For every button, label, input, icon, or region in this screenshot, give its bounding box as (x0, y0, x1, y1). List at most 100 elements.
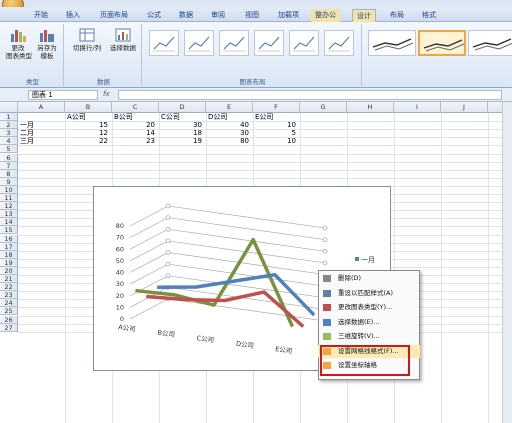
row-header-17[interactable]: 17 (0, 242, 18, 251)
chart-style-1[interactable] (368, 30, 416, 56)
cell-value: 23 (146, 137, 155, 146)
tab-office[interactable]: 整办公 (311, 9, 340, 22)
row-header-8[interactable]: 8 (0, 169, 18, 178)
tab-design[interactable]: 设计 (352, 9, 376, 22)
delete-icon (323, 275, 331, 282)
row-divider (18, 145, 512, 147)
gridline-handle (165, 203, 171, 209)
tab-data[interactable]: 数据 (175, 9, 197, 22)
chart-layout-6[interactable] (324, 30, 354, 56)
tab-format[interactable]: 格式 (418, 9, 440, 22)
column-header-i[interactable]: I (394, 102, 441, 113)
select-all-corner[interactable] (0, 102, 18, 113)
group-data-label: 数据 (97, 78, 110, 86)
column-header-c[interactable]: C (112, 102, 159, 113)
row-divider (18, 161, 512, 163)
y-tick-label: 80 (116, 222, 124, 230)
x-tick-label: A公司 (118, 323, 136, 333)
fx-icon[interactable]: fx (103, 90, 110, 98)
chart-layout-4[interactable] (254, 30, 284, 56)
context-menu-label: 删除(D) (338, 274, 362, 282)
row-header-21[interactable]: 21 (0, 275, 18, 284)
column-divider (488, 113, 489, 423)
x-tick-label: E公司 (275, 345, 293, 355)
context-menu-label: 更改图表类型(Y)... (338, 303, 393, 311)
name-box[interactable]: 图表 1 (28, 90, 98, 100)
select-data-button[interactable]: 选择数据 (106, 28, 140, 52)
row-header-20[interactable]: 20 (0, 266, 18, 275)
row-header-7[interactable]: 7 (0, 161, 18, 170)
row-header-5[interactable]: 5 (0, 145, 18, 154)
y-tick-label: 30 (116, 280, 124, 288)
row-divider (18, 153, 512, 155)
gridline-handle (165, 273, 171, 279)
row-header-13[interactable]: 13 (0, 210, 18, 219)
cell-header: E公司 (255, 113, 274, 121)
column-header-g[interactable]: G (300, 102, 347, 113)
tab-formulas[interactable]: 公式 (143, 9, 165, 22)
row-header-16[interactable]: 16 (0, 234, 18, 243)
chart-layout-5[interactable] (289, 30, 319, 56)
row-header-19[interactable]: 19 (0, 258, 18, 267)
chart-layout-3[interactable] (219, 30, 249, 56)
cell-value: 20 (146, 121, 155, 130)
tab-view[interactable]: 视图 (241, 9, 263, 22)
column-header-b[interactable]: B (65, 102, 112, 113)
save-as-template-button[interactable]: 另存为 模板 (34, 28, 60, 60)
gridline (129, 217, 326, 240)
row-header-11[interactable]: 11 (0, 194, 18, 203)
cell-header: B公司 (114, 113, 133, 121)
row-header-14[interactable]: 14 (0, 218, 18, 227)
row-header-22[interactable]: 22 (0, 283, 18, 292)
tab-addins[interactable]: 加载项 (274, 9, 303, 22)
save-as-template-line2: 模板 (40, 52, 54, 60)
chart-layout-1[interactable] (149, 30, 179, 56)
column-divider (65, 113, 66, 423)
column-header-d[interactable]: D (159, 102, 206, 113)
context-menu-item-2[interactable]: 重设以匹配样式(A) (318, 287, 420, 300)
tab-insert[interactable]: 插入 (62, 9, 84, 22)
context-menu-item-4[interactable]: 选择数据(E)... (318, 316, 420, 329)
row-header-9[interactable]: 9 (0, 177, 18, 186)
row-header-3[interactable]: 3 (0, 129, 18, 138)
row-header-24[interactable]: 24 (0, 299, 18, 308)
column-header-h[interactable]: H (347, 102, 394, 113)
chart-style-3[interactable] (468, 30, 512, 56)
row-header-23[interactable]: 23 (0, 291, 18, 300)
gridline-handle (322, 237, 328, 242)
row-header-2[interactable]: 2 (0, 121, 18, 130)
row-header-6[interactable]: 6 (0, 153, 18, 162)
cell-value: 18 (193, 129, 202, 138)
row-header-25[interactable]: 25 (0, 307, 18, 316)
x-tick-label: D公司 (235, 340, 254, 350)
vertical-scrollbar[interactable] (502, 102, 512, 423)
row-header-26[interactable]: 26 (0, 315, 18, 324)
switch-row-column-button[interactable]: 切换行/列 (70, 28, 104, 52)
cell-value: 30 (193, 121, 202, 130)
x-tick-label: B公司 (157, 329, 175, 339)
change-chart-type-button[interactable]: 更改 图表类型 (6, 28, 32, 60)
context-menu-item-1[interactable]: 删除(D) (318, 272, 420, 285)
column-header-f[interactable]: F (253, 102, 300, 113)
context-menu-item-5[interactable]: 三维旋转(V)... (318, 330, 420, 343)
cell-value: 80 (240, 137, 249, 146)
column-header-a[interactable]: A (18, 102, 65, 113)
chart-style-2[interactable] (418, 30, 466, 56)
column-header-j[interactable]: J (441, 102, 488, 113)
tab-layout[interactable]: 布局 (386, 9, 408, 22)
formula-input[interactable] (118, 90, 502, 100)
row-header-12[interactable]: 12 (0, 202, 18, 211)
row-divider (18, 169, 512, 171)
tab-review[interactable]: 审阅 (207, 9, 229, 22)
chart-layout-2[interactable] (184, 30, 214, 56)
row-header-1[interactable]: 1 (0, 113, 18, 122)
row-header-4[interactable]: 4 (0, 137, 18, 146)
tab-page-layout[interactable]: 页面布局 (96, 9, 132, 22)
tab-home[interactable]: 开始 (30, 9, 52, 22)
column-header-e[interactable]: E (206, 102, 253, 113)
row-header-18[interactable]: 18 (0, 250, 18, 259)
row-header-15[interactable]: 15 (0, 226, 18, 235)
row-header-10[interactable]: 10 (0, 185, 18, 194)
row-header-27[interactable]: 27 (0, 323, 18, 332)
context-menu-item-3[interactable]: 更改图表类型(Y)... (318, 301, 420, 314)
